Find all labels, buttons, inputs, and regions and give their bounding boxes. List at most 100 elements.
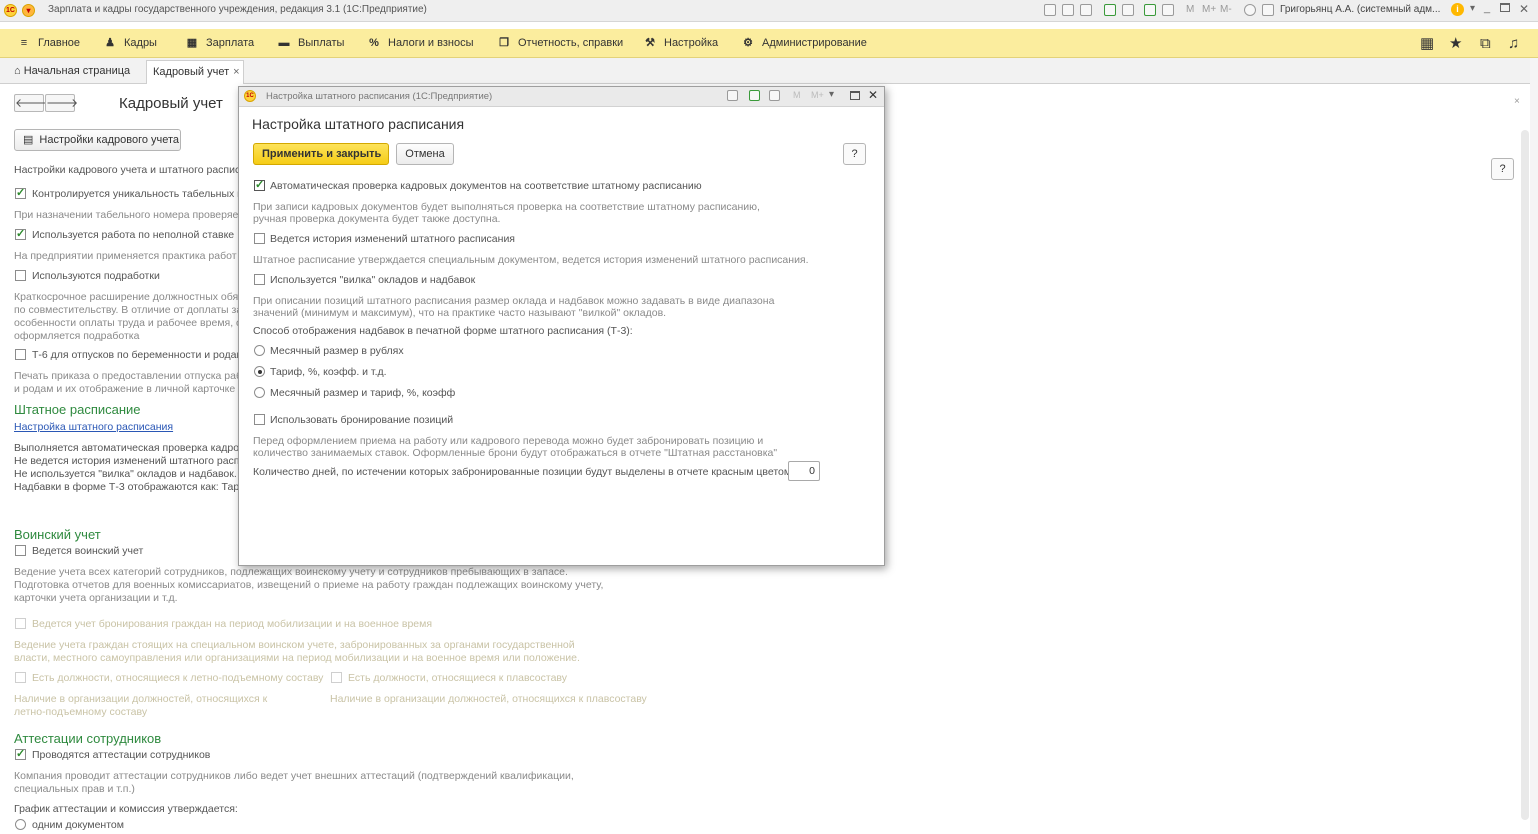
menu-item-settings[interactable]: ⚒ Настройка: [642, 29, 718, 58]
memory-button[interactable]: M: [1186, 4, 1194, 15]
monthly-rub-label: Месячный размер в рублях: [270, 345, 404, 357]
arrow-left-icon: 🡐: [15, 96, 48, 110]
tab-bar: ⌂ Начальная страница Кадровый учет ×: [0, 58, 1538, 84]
menu-item-main[interactable]: ≡ Главное: [16, 29, 80, 58]
info-icon[interactable]: i: [1451, 3, 1464, 16]
dialog-more-icon[interactable]: ▾: [829, 89, 834, 100]
auto-check-description-2: ручная проверка документа будет также до…: [253, 213, 501, 225]
attestation-one-document-radio[interactable]: [15, 819, 26, 830]
dialog-maximize-icon[interactable]: [850, 91, 860, 100]
booking-checkbox[interactable]: [254, 414, 265, 425]
star-icon[interactable]: ★: [1449, 35, 1462, 52]
reservation-description-1: Ведение учета граждан стоящих на специал…: [14, 639, 575, 651]
tariff-label: Тариф, %, коэфф. и т.д.: [270, 366, 387, 378]
attestation-checkbox[interactable]: ✓: [15, 749, 26, 760]
menu-item-taxes[interactable]: % Налоги и взносы: [366, 29, 473, 58]
print-icon[interactable]: [1062, 4, 1074, 16]
page-scrollbar[interactable]: [1521, 130, 1529, 820]
current-user[interactable]: Григорьянц А.А. (системный адм...: [1280, 4, 1440, 15]
military-label: Ведется воинский учет: [32, 545, 144, 557]
dialog-memory-icon[interactable]: M: [793, 90, 801, 100]
apply-and-close-button[interactable]: Применить и закрыть: [253, 143, 389, 165]
intro-text: Настройки кадрового учета и штатного рас…: [14, 164, 241, 176]
search-icon[interactable]: [1244, 4, 1256, 16]
reservation-checkbox[interactable]: [15, 618, 26, 629]
menu-item-admin[interactable]: ⚙ Администрирование: [740, 29, 867, 58]
memory-plus-button[interactable]: M+: [1202, 4, 1216, 15]
copy-icon[interactable]: [1044, 4, 1056, 16]
sailors-description: Наличие в организации должностей, относя…: [330, 693, 647, 705]
hr-settings-button[interactable]: ▤ Настройки кадрового учета: [14, 129, 181, 151]
staff-settings-link[interactable]: Настройка штатного расписания: [14, 421, 173, 433]
menu-item-salary[interactable]: ▦ Зарплата: [184, 29, 254, 58]
memory-minus-button[interactable]: M-: [1220, 4, 1232, 15]
parttime-checkbox[interactable]: ✓: [15, 229, 26, 240]
staff-section-title: Штатное расписание: [14, 402, 141, 417]
forward-button[interactable]: 🡒: [45, 94, 79, 112]
link-icon[interactable]: [1080, 4, 1092, 16]
military-description-1: Ведение учета всех категорий сотрудников…: [14, 566, 568, 578]
cancel-button[interactable]: Отмена: [396, 143, 454, 165]
page-help-button[interactable]: ?: [1491, 158, 1514, 180]
grid-icon[interactable]: ▦: [1420, 35, 1434, 52]
history-checkbox[interactable]: [254, 233, 265, 244]
dialog-titlebar: 1С Настройка штатного расписания (1С:Пре…: [239, 87, 884, 107]
dialog-help-button[interactable]: ?: [843, 143, 866, 165]
tab-hr-accounting[interactable]: Кадровый учет ×: [146, 60, 244, 84]
panel-icon[interactable]: [1262, 4, 1274, 16]
booking-days-label: Количество дней, по истечении которых за…: [253, 466, 795, 478]
maximize-icon[interactable]: [1500, 3, 1510, 12]
close-icon[interactable]: ✕: [1519, 2, 1529, 16]
dialog-memory-plus-icon[interactable]: M+: [811, 90, 824, 100]
save-icon[interactable]: [1104, 4, 1116, 16]
history-label: Ведется история изменений штатного распи…: [270, 233, 515, 245]
auto-check-checkbox[interactable]: ✓: [254, 180, 265, 191]
dialog-close-icon[interactable]: ✕: [868, 88, 878, 102]
calculator-icon[interactable]: [1162, 4, 1174, 16]
subwork-description-1: Краткосрочное расширение должностных обя…: [14, 291, 244, 303]
history-icon[interactable]: ⧉: [1480, 35, 1491, 52]
main-menu-icon[interactable]: ▾: [22, 4, 35, 17]
military-checkbox[interactable]: [15, 545, 26, 556]
calculator-icon: ▦: [186, 37, 198, 49]
monthly-and-tariff-radio[interactable]: [254, 387, 265, 398]
parttime-label: Используется работа по неполной ставке: [32, 229, 235, 241]
print-preview-icon[interactable]: [1122, 4, 1134, 16]
monthly-rub-radio[interactable]: [254, 345, 265, 356]
flight-crew-checkbox[interactable]: [15, 672, 26, 683]
booking-days-input[interactable]: 0: [788, 461, 820, 481]
dialog-link-icon[interactable]: [727, 90, 738, 101]
back-button[interactable]: 🡐: [14, 94, 48, 112]
t6-label: Т-6 для отпусков по беременности и родам: [32, 349, 244, 361]
t6-checkbox[interactable]: [15, 349, 26, 360]
hamburger-icon: ≡: [20, 37, 28, 49]
dialog-calculator-icon[interactable]: [749, 90, 760, 101]
bell-icon[interactable]: ♫: [1508, 35, 1519, 52]
military-section-title: Воинский учет: [14, 527, 101, 542]
flight-crew-description-2: летно-подъемному составу: [14, 706, 148, 718]
t6-description-2: и родам и их отображение в личной карточ…: [14, 383, 242, 395]
menu-item-reports[interactable]: ❐ Отчетность, справки: [496, 29, 623, 58]
percent-icon: %: [369, 37, 379, 49]
tab-home[interactable]: ⌂ Начальная страница: [8, 60, 136, 84]
staff-info-4: Надбавки в форме Т-3 отображаются как: Т…: [14, 481, 246, 493]
fork-checkbox[interactable]: [254, 274, 265, 285]
subwork-checkbox[interactable]: [15, 270, 26, 281]
tariff-radio[interactable]: [254, 366, 265, 377]
dialog-calendar-icon[interactable]: [769, 90, 780, 101]
close-tab-icon[interactable]: ×: [233, 66, 239, 78]
tabnum-description: При назначении табельного номера проверя…: [14, 209, 239, 221]
arrow-right-icon: 🡒: [46, 96, 79, 110]
military-description-3: карточки учета организации и т.д.: [14, 592, 178, 604]
sailors-checkbox[interactable]: [331, 672, 342, 683]
tabnum-label: Контролируется уникальность табельных н: [32, 188, 243, 200]
menu-item-hr[interactable]: ♟ Кадры: [102, 29, 157, 58]
close-page-icon[interactable]: ×: [1514, 96, 1520, 107]
more-icon[interactable]: ▾: [1470, 3, 1475, 14]
tabnum-checkbox[interactable]: ✓: [15, 188, 26, 199]
menu-item-payments[interactable]: ▬ Выплаты: [276, 29, 345, 58]
minimize-icon[interactable]: _: [1484, 2, 1490, 14]
payment-icon: ▬: [278, 37, 290, 49]
dialog-app-icon: 1С: [244, 90, 256, 102]
calendar-icon[interactable]: [1144, 4, 1156, 16]
